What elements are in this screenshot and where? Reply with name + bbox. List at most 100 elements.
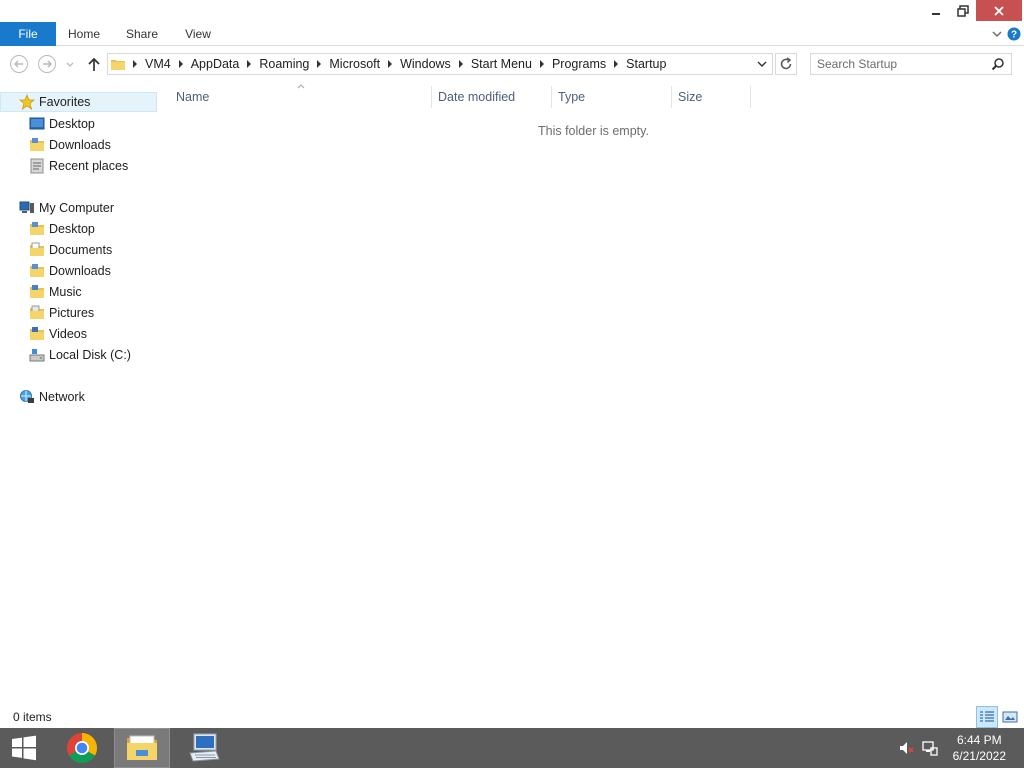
computer-icon [19, 201, 34, 213]
up-button[interactable] [84, 54, 104, 74]
column-header-size[interactable]: Size [670, 86, 750, 108]
column-divider[interactable] [750, 86, 751, 108]
column-header-date-modified[interactable]: Date modified [430, 86, 550, 108]
large-icons-view-button[interactable] [999, 706, 1021, 728]
recent-locations-button[interactable] [63, 54, 77, 74]
address-history-button[interactable] [754, 56, 770, 72]
title-bar [0, 0, 1024, 22]
search-icon[interactable] [991, 57, 1005, 71]
nav-computer-desktop[interactable]: Desktop [29, 219, 95, 239]
tab-share[interactable]: Share [116, 22, 168, 46]
breadcrumb-microsoft[interactable]: Microsoft [326, 54, 383, 74]
chevron-down-icon[interactable] [990, 27, 1004, 41]
desktop-folder-icon [30, 222, 44, 235]
breadcrumb-separator-icon[interactable] [242, 54, 256, 74]
column-headers: Name Date modified Type Size [168, 84, 768, 108]
breadcrumb-roaming[interactable]: Roaming [256, 54, 312, 74]
downloads-folder-icon [30, 264, 44, 277]
nav-computer-documents[interactable]: Documents [29, 240, 112, 260]
close-button[interactable] [976, 0, 1022, 21]
nav-favorites-recent-places[interactable]: Recent places [29, 156, 128, 176]
clock-time: 6:44 PM [956, 733, 1002, 747]
taskbar-chrome[interactable] [54, 728, 110, 768]
nav-favorites-desktop[interactable]: Desktop [29, 114, 95, 134]
breadcrumb: VM4 AppData Roaming Microsoft Windows St… [108, 54, 669, 74]
help-icon[interactable]: ? [1007, 27, 1021, 41]
forward-button[interactable] [37, 54, 57, 74]
nav-label: Local Disk (C:) [49, 348, 131, 362]
tab-home[interactable]: Home [58, 22, 110, 46]
back-button[interactable] [9, 54, 29, 74]
nav-favorites-downloads[interactable]: Downloads [29, 135, 111, 155]
search-box[interactable] [810, 53, 1012, 75]
breadcrumb-separator-icon[interactable] [383, 54, 397, 74]
status-bar: 0 items [0, 706, 1024, 728]
network-icon [20, 390, 34, 403]
column-header-name[interactable]: Name [168, 86, 430, 108]
back-arrow-icon [10, 55, 28, 73]
column-header-type[interactable]: Type [550, 86, 670, 108]
clock-date: 6/21/2022 [952, 749, 1006, 763]
system-clock[interactable]: 6:44 PM 6/21/2022 [953, 732, 1006, 764]
windows-logo-icon [12, 735, 36, 761]
restore-icon [957, 4, 969, 17]
breadcrumb-programs[interactable]: Programs [549, 54, 609, 74]
breadcrumb-appdata[interactable]: AppData [188, 54, 243, 74]
nav-computer-pictures[interactable]: Pictures [29, 303, 94, 323]
file-explorer-icon [127, 735, 157, 760]
breadcrumb-separator-icon[interactable] [312, 54, 326, 74]
nav-computer-videos[interactable]: Videos [29, 324, 87, 344]
minimize-button[interactable] [922, 0, 950, 21]
svg-text:?: ? [1011, 30, 1017, 41]
pictures-folder-icon [30, 305, 44, 319]
chevron-down-icon [66, 62, 74, 67]
tab-view[interactable]: View [174, 22, 222, 46]
breadcrumb-start-menu[interactable]: Start Menu [468, 54, 535, 74]
volume-muted-icon[interactable] [898, 740, 914, 756]
nav-label: Videos [49, 327, 87, 341]
empty-folder-message: This folder is empty. [538, 124, 649, 138]
nav-label: Documents [49, 243, 113, 257]
restore-button[interactable] [950, 0, 976, 21]
taskbar-remote-desktop[interactable] [176, 728, 232, 768]
search-input[interactable] [817, 56, 987, 72]
breadcrumb-vm4[interactable]: VM4 [142, 54, 174, 74]
breadcrumb-startup[interactable]: Startup [623, 54, 669, 74]
breadcrumb-separator-icon[interactable] [454, 54, 468, 74]
address-bar[interactable]: VM4 AppData Roaming Microsoft Windows St… [107, 53, 773, 75]
chrome-icon [66, 733, 98, 764]
details-view-button[interactable] [976, 706, 998, 728]
taskbar: 6:44 PM 6/21/2022 [0, 728, 1024, 768]
breadcrumb-separator-icon[interactable] [535, 54, 549, 74]
nav-favorites[interactable]: Favorites [0, 92, 157, 112]
nav-network[interactable]: Network [19, 387, 85, 407]
local-disk-icon [29, 349, 45, 362]
navigation-pane: Favorites Desktop Downloads Recent place… [0, 90, 158, 700]
nav-label: Network [39, 390, 85, 404]
nav-label: Favorites [39, 95, 91, 109]
network-status-icon[interactable] [922, 740, 938, 756]
nav-label: Desktop [49, 222, 95, 236]
refresh-button[interactable] [775, 53, 797, 75]
breadcrumb-windows[interactable]: Windows [397, 54, 454, 74]
item-count: 0 items [13, 710, 52, 724]
nav-label: Music [49, 285, 82, 299]
breadcrumb-separator-icon[interactable] [174, 54, 188, 74]
close-icon [994, 5, 1004, 16]
nav-computer-music[interactable]: Music [29, 282, 82, 302]
breadcrumb-separator-icon[interactable] [609, 54, 623, 74]
tab-file[interactable]: File [0, 22, 56, 46]
minimize-icon [932, 12, 940, 15]
nav-computer-local-disk[interactable]: Local Disk (C:) [29, 345, 131, 365]
nav-computer-downloads[interactable]: Downloads [29, 261, 111, 281]
documents-folder-icon [30, 242, 44, 256]
details-view-icon [980, 711, 994, 722]
chevron-down-icon [757, 61, 767, 67]
up-arrow-icon [88, 57, 100, 71]
large-icons-view-icon [1002, 711, 1018, 723]
breadcrumb-separator-icon[interactable] [128, 54, 142, 74]
start-button[interactable] [0, 728, 48, 768]
taskbar-file-explorer[interactable] [114, 728, 170, 768]
nav-label: Downloads [49, 264, 111, 278]
nav-my-computer[interactable]: My Computer [19, 198, 114, 218]
